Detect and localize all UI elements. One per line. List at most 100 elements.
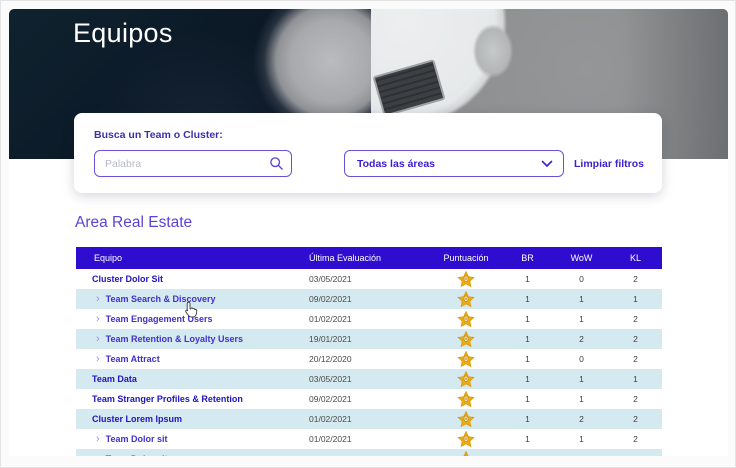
team-name-link[interactable]: Team Data	[92, 374, 137, 384]
star-score-icon: 0	[457, 351, 475, 368]
table-row[interactable]: › Team Data 03/05/2021 0 1 1 1	[76, 369, 662, 389]
search-card: Busca un Team o Cluster: Todas las áreas…	[74, 113, 662, 193]
team-name-link[interactable]: Team Stranger Profiles & Retention	[92, 394, 243, 404]
star-score-value: 0	[457, 316, 475, 323]
star-score-value: 0	[457, 296, 475, 303]
table-header: Equipo Última Evaluación Puntuación BR W…	[76, 247, 662, 269]
star-score-value: 0	[457, 456, 475, 457]
evaluation-date: 10/01/2021	[291, 454, 431, 456]
page: Equipos Busca un Team o Cluster: Todas l…	[0, 0, 736, 468]
br-value: 1	[501, 394, 554, 404]
team-name-link[interactable]: Team Attract	[106, 354, 160, 364]
br-value: 1	[501, 414, 554, 424]
team-name-link[interactable]: Team Retention & Loyalty Users	[106, 334, 243, 344]
page-content: Equipos Busca un Team o Cluster: Todas l…	[9, 9, 728, 456]
table-row[interactable]: › Cluster Lorem Ipsum 01/02/2021 0 1 2 2	[76, 409, 662, 429]
br-value: 1	[501, 334, 554, 344]
wow-value: 1	[554, 294, 609, 304]
star-score-icon: 0	[457, 271, 475, 288]
kl-value: 1	[609, 294, 662, 304]
evaluation-date: 19/01/2021	[291, 334, 431, 344]
kl-value: 2	[609, 314, 662, 324]
table-row[interactable]: › Team Engagement Users 01/02/2021 0 1 1…	[76, 309, 662, 329]
col-ultima-evaluacion: Última Evaluación	[291, 253, 431, 263]
chevron-right-icon: ›	[96, 294, 100, 305]
search-label: Busca un Team o Cluster:	[94, 129, 223, 141]
star-score-value: 0	[457, 436, 475, 443]
evaluation-date: 01/02/2021	[291, 414, 431, 424]
section-title: Area Real Estate	[75, 214, 192, 232]
col-br: BR	[501, 253, 554, 263]
kl-value: 2	[609, 434, 662, 444]
table-row[interactable]: › Team Dolor sit 10/01/2021 0 1 1 2	[76, 449, 662, 456]
kl-value: 2	[609, 394, 662, 404]
table-row[interactable]: › Team Dolor sit 01/02/2021 0 1 1 2	[76, 429, 662, 449]
area-select[interactable]: Todas las áreas	[344, 150, 564, 177]
star-score-icon: 0	[457, 451, 475, 457]
br-value: 1	[501, 314, 554, 324]
page-title: Equipos	[73, 18, 173, 49]
team-name-link[interactable]: Team Search & Discovery	[106, 294, 216, 304]
teams-table: Equipo Última Evaluación Puntuación BR W…	[76, 247, 662, 456]
evaluation-date: 09/02/2021	[291, 294, 431, 304]
col-equipo: Equipo	[76, 253, 291, 263]
kl-value: 2	[609, 414, 662, 424]
br-value: 1	[501, 454, 554, 456]
star-score-value: 0	[457, 276, 475, 283]
wow-value: 1	[554, 454, 609, 456]
star-score-icon: 0	[457, 391, 475, 408]
search-input-wrap	[94, 150, 292, 177]
evaluation-date: 03/05/2021	[291, 274, 431, 284]
col-kl: KL	[609, 253, 662, 263]
star-score-icon: 0	[457, 411, 475, 428]
star-score-icon: 0	[457, 431, 475, 448]
star-score-value: 0	[457, 336, 475, 343]
team-name-link[interactable]: Cluster Dolor Sit	[92, 274, 163, 284]
team-name-link[interactable]: Team Dolor sit	[106, 454, 168, 456]
star-score-icon: 0	[457, 331, 475, 348]
chevron-right-icon: ›	[96, 314, 100, 325]
wow-value: 2	[554, 334, 609, 344]
wow-value: 0	[554, 274, 609, 284]
search-input[interactable]	[94, 150, 292, 177]
chevron-down-icon	[541, 160, 553, 168]
wow-value: 1	[554, 394, 609, 404]
clear-filters-button[interactable]: Limpiar filtros	[574, 158, 644, 170]
star-score-icon: 0	[457, 311, 475, 328]
team-name-link[interactable]: Cluster Lorem Ipsum	[92, 414, 182, 424]
area-select-value: Todas las áreas	[357, 158, 435, 170]
chevron-right-icon: ›	[96, 354, 100, 365]
kl-value: 2	[609, 454, 662, 456]
chevron-right-icon: ›	[96, 454, 100, 457]
hand-cursor-icon	[183, 301, 199, 319]
kl-value: 1	[609, 374, 662, 384]
search-icon[interactable]	[269, 156, 284, 171]
evaluation-date: 01/02/2021	[291, 314, 431, 324]
wow-value: 1	[554, 314, 609, 324]
table-row[interactable]: › Team Attract 20/12/2020 0 1 0 2	[76, 349, 662, 369]
evaluation-date: 20/12/2020	[291, 354, 431, 364]
br-value: 1	[501, 354, 554, 364]
table-row[interactable]: › Team Retention & Loyalty Users 19/01/2…	[76, 329, 662, 349]
wow-value: 1	[554, 434, 609, 444]
wow-value: 0	[554, 354, 609, 364]
table-row[interactable]: › Cluster Dolor Sit 03/05/2021 0 1 0 2	[76, 269, 662, 289]
star-score-icon: 0	[457, 371, 475, 388]
team-name-link[interactable]: Team Dolor sit	[106, 434, 168, 444]
chevron-right-icon: ›	[96, 434, 100, 445]
star-score-value: 0	[457, 416, 475, 423]
star-score-icon: 0	[457, 291, 475, 308]
col-wow: WoW	[554, 253, 609, 263]
table-row[interactable]: › Team Search & Discovery 09/02/2021 0 1…	[76, 289, 662, 309]
star-score-value: 0	[457, 376, 475, 383]
wow-value: 2	[554, 414, 609, 424]
br-value: 1	[501, 374, 554, 384]
br-value: 1	[501, 434, 554, 444]
br-value: 1	[501, 274, 554, 284]
star-score-value: 0	[457, 396, 475, 403]
wow-value: 1	[554, 374, 609, 384]
evaluation-date: 03/05/2021	[291, 374, 431, 384]
table-row[interactable]: › Team Stranger Profiles & Retention 09/…	[76, 389, 662, 409]
star-score-value: 0	[457, 356, 475, 363]
chevron-right-icon: ›	[96, 334, 100, 345]
